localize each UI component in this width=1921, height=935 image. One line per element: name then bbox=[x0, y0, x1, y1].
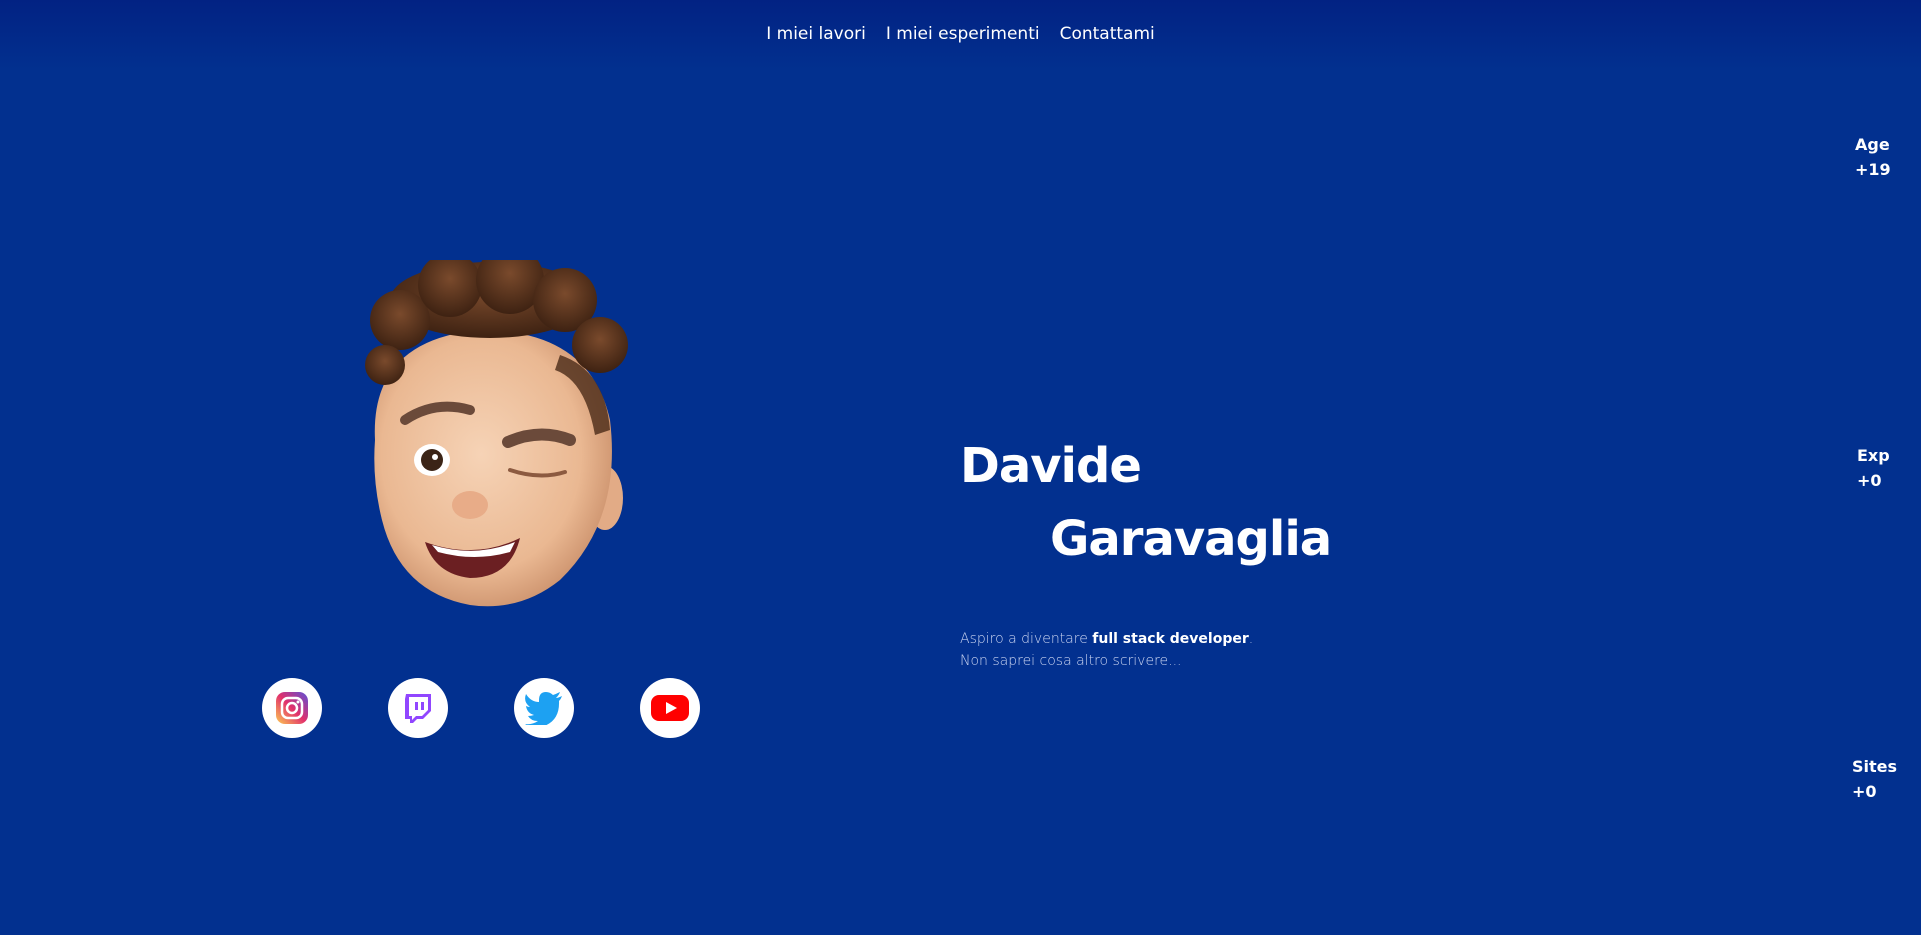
youtube-icon bbox=[651, 695, 689, 721]
stat-age: Age +19 bbox=[1855, 132, 1891, 182]
stat-age-label: Age bbox=[1855, 135, 1890, 154]
top-navigation: I miei lavori I miei esperimenti Contatt… bbox=[0, 24, 1921, 44]
social-link-twitter[interactable] bbox=[514, 678, 574, 738]
stat-exp-value: +0 bbox=[1857, 471, 1882, 490]
social-link-youtube[interactable] bbox=[640, 678, 700, 738]
twitch-icon bbox=[405, 694, 431, 723]
hero-last-name: Garavaglia bbox=[1050, 511, 1332, 567]
stat-sites: Sites +0 bbox=[1852, 754, 1897, 804]
bio-suffix: . bbox=[1248, 631, 1254, 647]
twitter-icon bbox=[525, 692, 562, 725]
nav-link-my-experiments[interactable]: I miei esperimenti bbox=[886, 24, 1040, 44]
hero-first-name: Davide bbox=[960, 438, 1142, 494]
instagram-icon bbox=[276, 692, 308, 724]
memoji-avatar bbox=[365, 260, 628, 607]
stat-sites-label: Sites bbox=[1852, 757, 1898, 776]
bio-line-2: Non saprei cosa altro scrivere... bbox=[960, 653, 1182, 669]
nav-link-contact[interactable]: Contattami bbox=[1060, 24, 1155, 44]
nav-link-my-works[interactable]: I miei lavori bbox=[766, 24, 866, 44]
bio-highlight: full stack developer bbox=[1092, 631, 1249, 647]
bio-line-1: Aspiro a diventare full stack developer. bbox=[960, 628, 1253, 650]
stat-sites-value: +0 bbox=[1852, 782, 1877, 801]
social-link-instagram[interactable] bbox=[262, 678, 322, 738]
stat-exp: Exp +0 bbox=[1857, 443, 1890, 493]
hero-bio: Aspiro a diventare full stack developer.… bbox=[960, 628, 1253, 672]
stat-exp-label: Exp bbox=[1857, 446, 1890, 465]
stat-age-value: +19 bbox=[1855, 160, 1891, 179]
social-link-twitch[interactable] bbox=[388, 678, 448, 738]
bio-prefix: Aspiro a diventare bbox=[960, 631, 1093, 647]
